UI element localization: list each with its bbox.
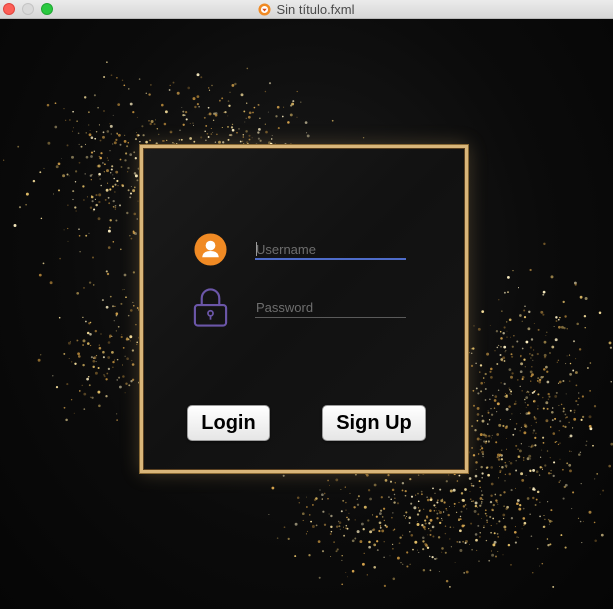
login-button[interactable]: Login (187, 405, 270, 441)
scene-builder-icon (258, 3, 272, 16)
window-title: Sin título.fxml (276, 2, 355, 17)
sign-up-button[interactable]: Sign Up (322, 405, 426, 441)
window-title-group: Sin título.fxml (0, 0, 613, 19)
lock-icon (193, 288, 228, 327)
username-field[interactable] (255, 240, 406, 260)
app-window: Sin título.fxml Login Sign Up (0, 0, 613, 609)
text-caret (256, 242, 257, 256)
title-bar[interactable]: Sin título.fxml (0, 0, 613, 19)
user-icon (194, 233, 227, 266)
password-field[interactable] (255, 298, 406, 318)
